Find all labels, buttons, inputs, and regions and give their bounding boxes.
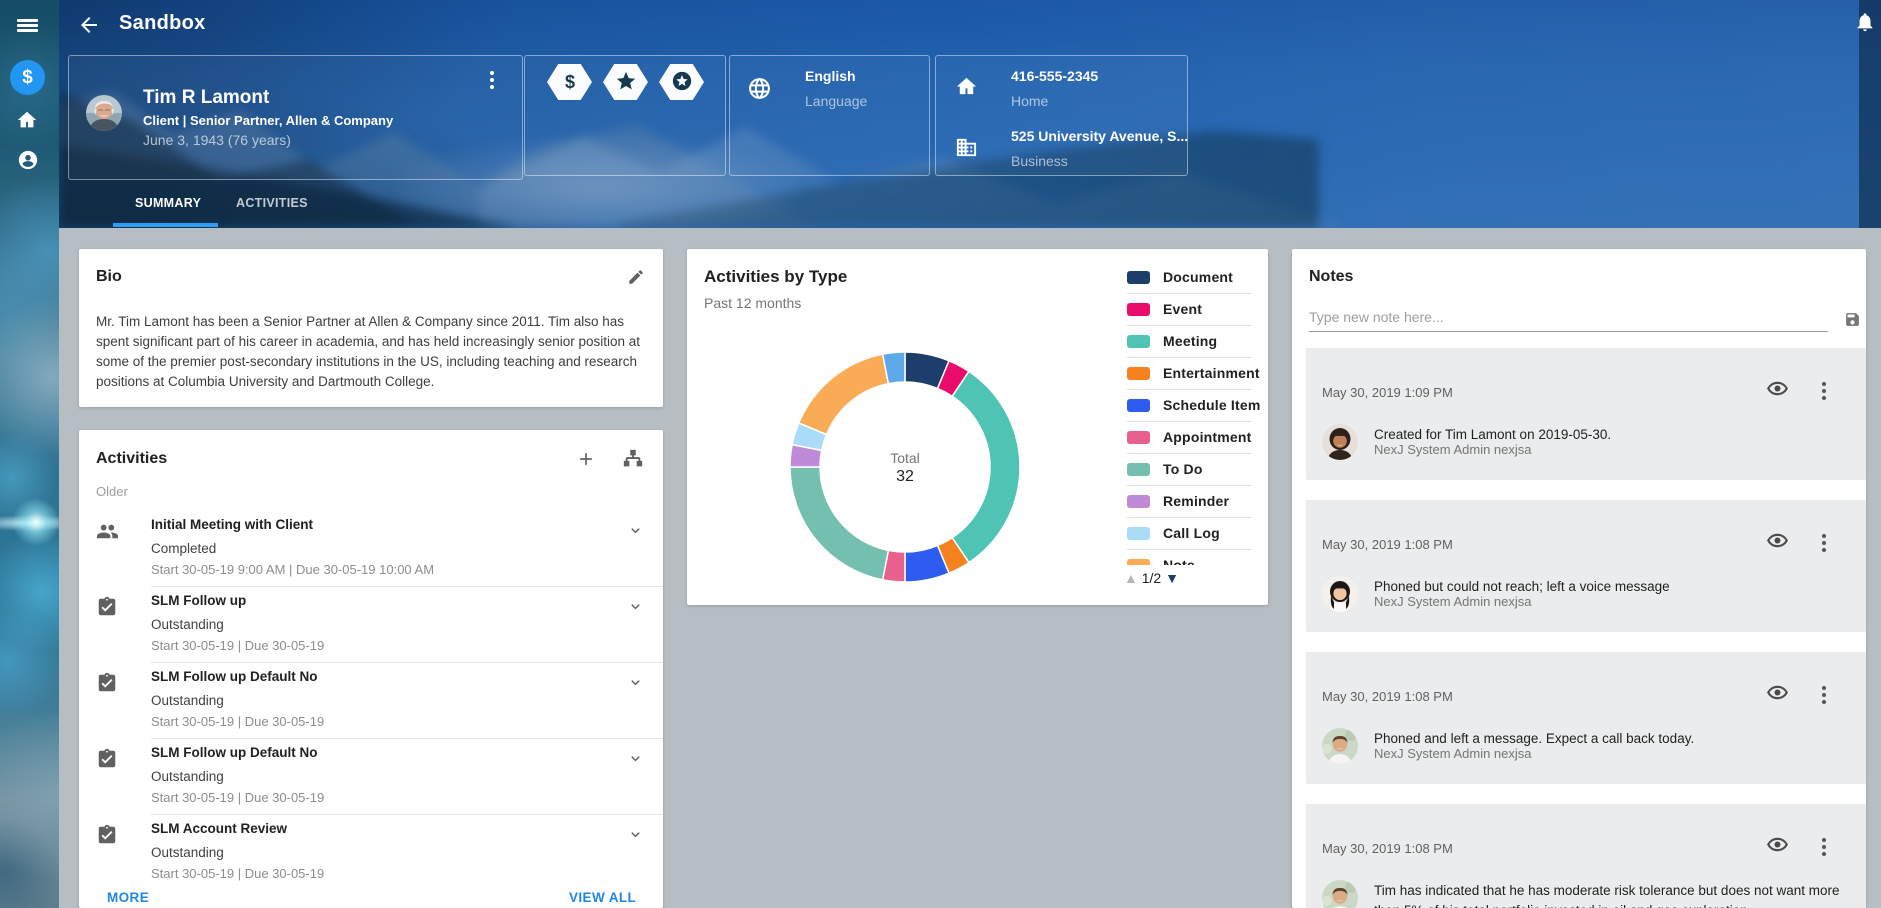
- svg-text:$: $: [564, 72, 574, 92]
